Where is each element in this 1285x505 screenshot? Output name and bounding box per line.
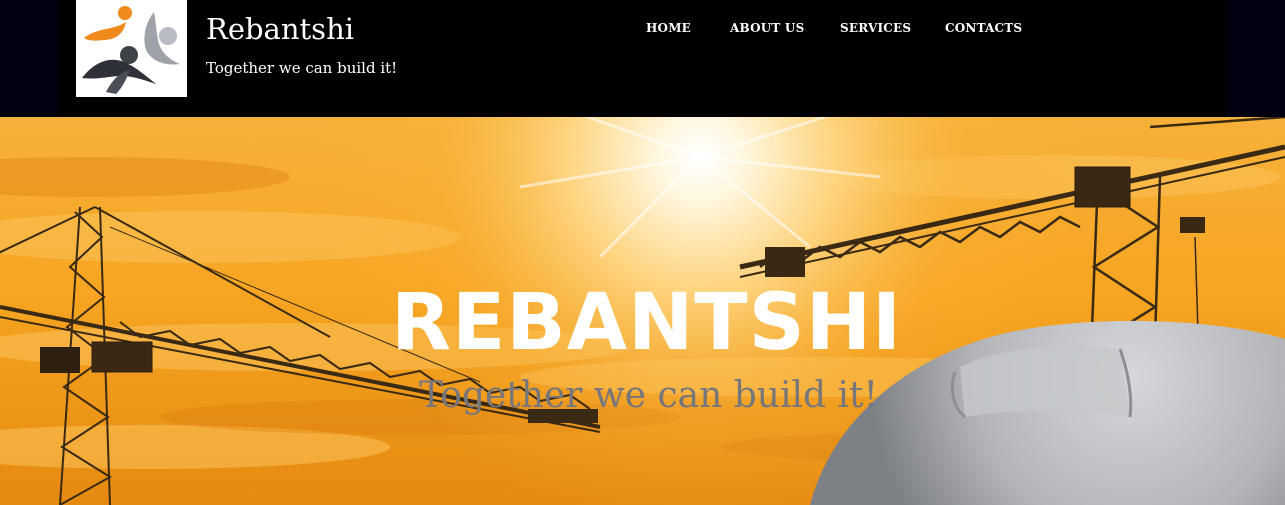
hero-subtitle: Together we can build it! bbox=[419, 375, 878, 416]
hero-banner: REBANTSHI Together we can build it! bbox=[0, 117, 1285, 505]
nav-contacts[interactable]: CONTACTS bbox=[945, 17, 1022, 39]
nav-about-us[interactable]: ABOUT US bbox=[730, 17, 804, 39]
site-logo[interactable] bbox=[76, 0, 187, 97]
nav-services[interactable]: SERVICES bbox=[840, 17, 911, 39]
hero-title: REBANTSHI bbox=[390, 278, 903, 368]
site-title[interactable]: Rebantshi bbox=[206, 10, 354, 48]
nav-home[interactable]: HOME bbox=[646, 17, 691, 39]
site-tagline: Together we can build it! bbox=[206, 59, 398, 77]
people-logo-icon bbox=[82, 6, 180, 94]
